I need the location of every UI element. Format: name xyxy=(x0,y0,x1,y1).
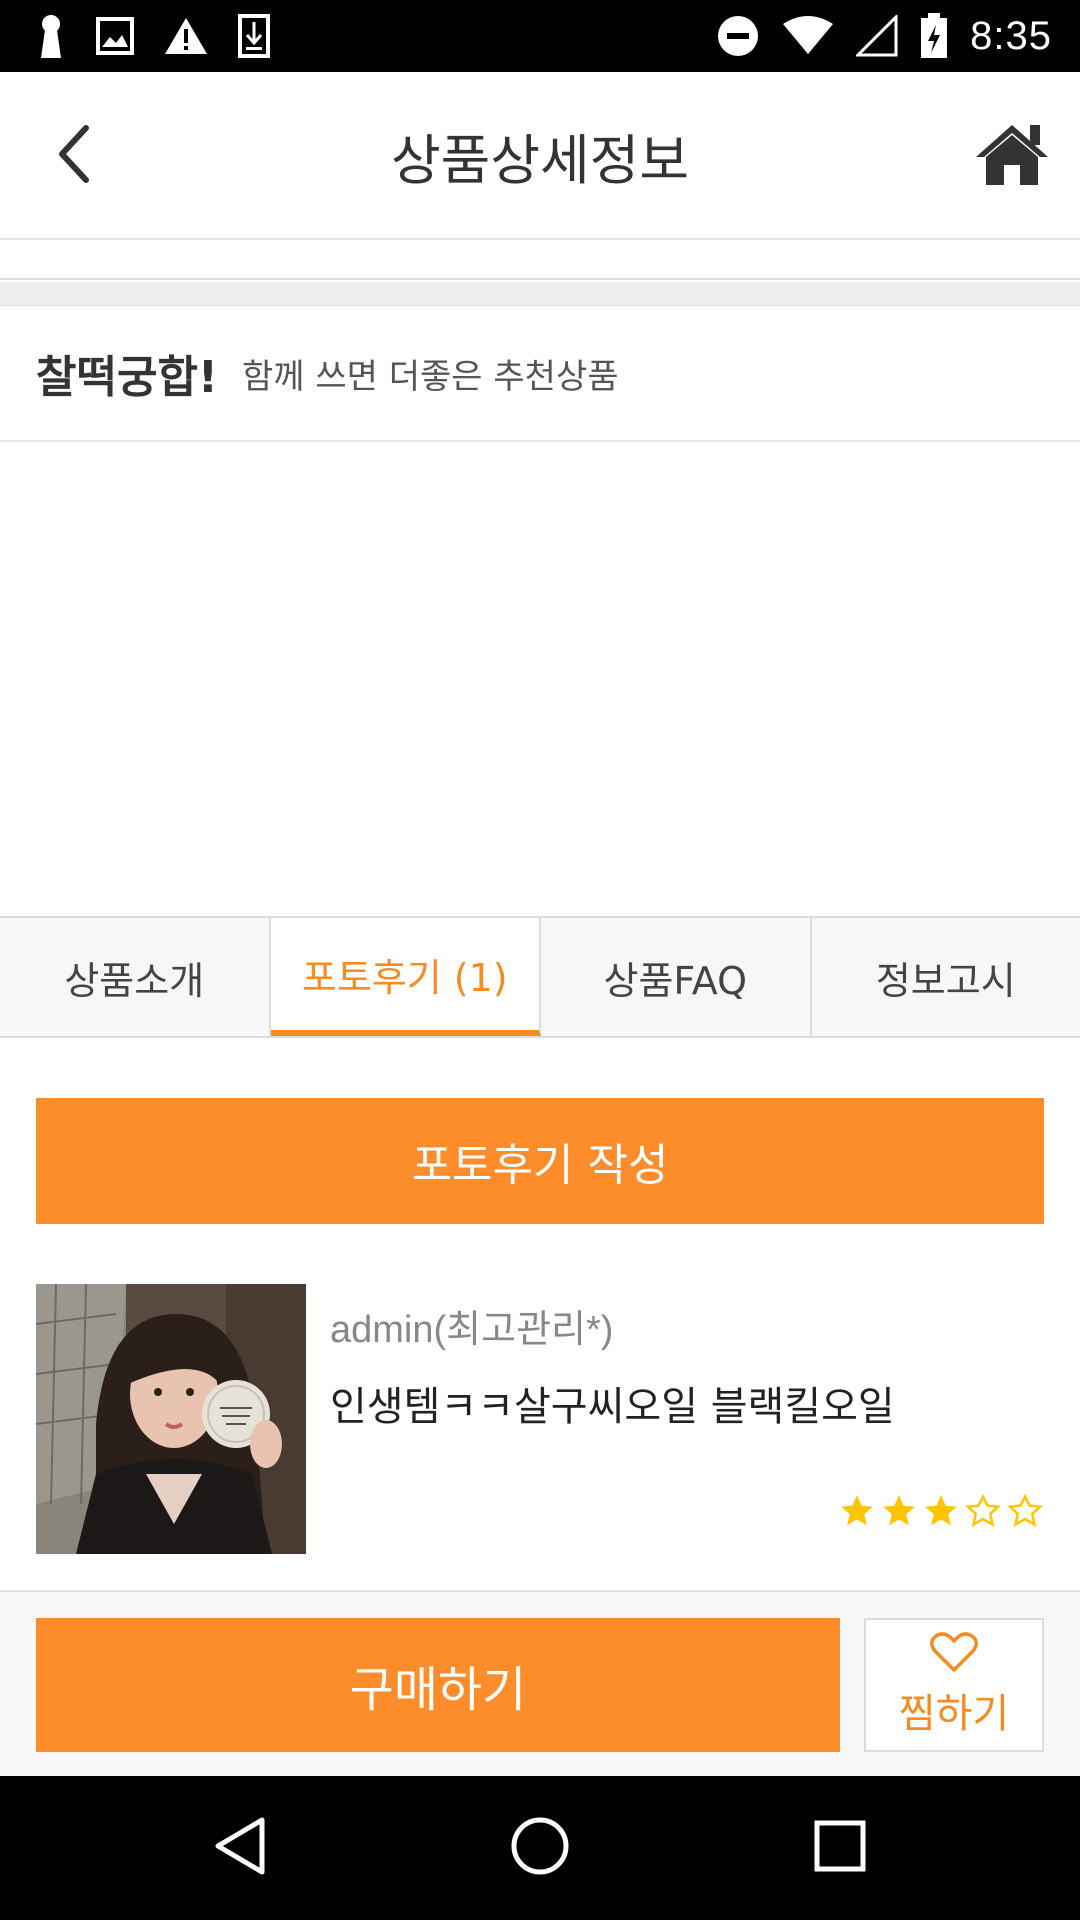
recommend-section: 찰떡궁합! 함께 쓰면 더좋은 추천상품 xyxy=(0,306,1080,442)
status-right-icons: 8:35 xyxy=(716,12,1052,60)
star-filled-icon xyxy=(925,1495,957,1526)
do-not-disturb-icon xyxy=(716,14,760,58)
home-icon xyxy=(974,121,1050,191)
signal-icon xyxy=(856,15,898,57)
system-nav-bar xyxy=(0,1776,1080,1920)
circle-home-icon xyxy=(510,1816,570,1880)
buy-button[interactable]: 구매하기 xyxy=(36,1618,840,1752)
heart-icon xyxy=(930,1631,978,1677)
action-bar: 구매하기 찜하기 xyxy=(0,1590,1080,1776)
section-divider xyxy=(0,282,1080,306)
status-time: 8:35 xyxy=(970,13,1052,58)
nav-recents-button[interactable] xyxy=(800,1808,880,1888)
page-title: 상품상세정보 xyxy=(390,129,690,192)
recommend-description: 함께 쓰면 더좋은 추천상품 xyxy=(242,356,619,397)
keyhole-icon xyxy=(36,14,66,58)
review-item[interactable]: admin(최고관리*) 인생템ㅋㅋ살구씨오일 블랙킬오일 xyxy=(36,1284,1044,1554)
home-button[interactable] xyxy=(968,112,1056,200)
write-photo-review-button[interactable]: 포토후기 작성 xyxy=(36,1098,1044,1224)
download-icon xyxy=(238,14,270,58)
review-text: 인생템ㅋㅋ살구씨오일 블랙킬오일 xyxy=(330,1384,895,1430)
wifi-icon xyxy=(782,16,834,56)
wishlist-label: 찜하기 xyxy=(898,1691,1010,1737)
nav-back-button[interactable] xyxy=(200,1808,280,1888)
tab-info-notice[interactable]: 정보고시 xyxy=(812,918,1080,1036)
star-empty-icon xyxy=(965,1493,1001,1527)
review-photo[interactable] xyxy=(36,1284,306,1554)
image-icon xyxy=(96,17,134,55)
review-author: admin(최고관리*) xyxy=(330,1309,614,1351)
warning-icon xyxy=(164,16,208,56)
square-recents-icon xyxy=(814,1820,866,1876)
star-filled-icon xyxy=(841,1495,873,1526)
recommend-title: 찰떡궁합! xyxy=(36,352,218,403)
battery-icon xyxy=(920,13,948,59)
app-header: 상품상세정보 xyxy=(0,72,1080,240)
status-left-icons xyxy=(36,12,270,60)
wishlist-button[interactable]: 찜하기 xyxy=(864,1618,1044,1752)
product-tabs: 상품소개 포토후기 (1) 상품FAQ 정보고시 xyxy=(0,916,1080,1038)
content-strip xyxy=(0,240,1080,280)
tab-product-intro[interactable]: 상품소개 xyxy=(0,918,271,1036)
star-filled-icon xyxy=(883,1495,915,1526)
tab-product-faq[interactable]: 상품FAQ xyxy=(541,918,812,1036)
tab-photo-review[interactable]: 포토후기 (1) xyxy=(270,918,541,1036)
triangle-back-icon xyxy=(212,1816,268,1880)
review-rating xyxy=(838,1492,1044,1530)
status-bar: 8:35 xyxy=(0,0,1080,72)
nav-home-button[interactable] xyxy=(500,1808,580,1888)
star-empty-icon xyxy=(1007,1493,1043,1527)
